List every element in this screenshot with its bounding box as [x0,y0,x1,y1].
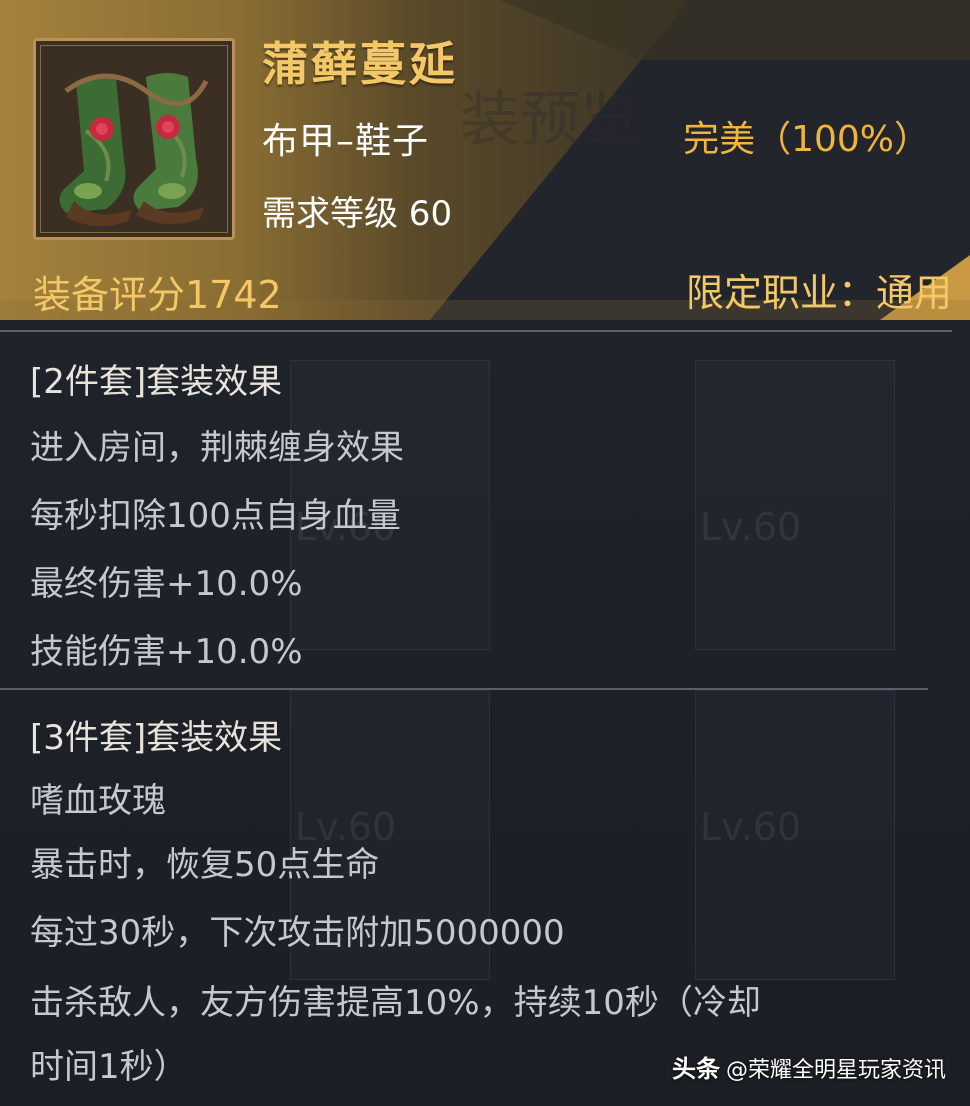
set-bonus-line: 每秒扣除100点自身血量 [30,496,401,536]
set-bonus-line: 暴击时，恢复50点生命 [30,845,380,885]
item-name: 蒲藓蔓延 [262,37,458,91]
watermark-brand: 头条 [671,1055,720,1083]
set-bonus-line: 最终伤害+10.0% [30,564,303,604]
set-bonus-line: 嗜血玫瑰 [30,781,166,821]
set-bonus-2: [2件套]套装效果 进入房间，荆棘缠身效果 每秒扣除100点自身血量 最终伤害+… [30,350,404,686]
thorn-boots-icon [36,41,232,237]
set-bonus-3: [3件套]套装效果 嗜血玫瑰 暴击时，恢复50点生命 每过30秒，下次攻击附加5… [30,706,761,1096]
set-bonus-line: 进入房间，荆棘缠身效果 [30,428,404,468]
section-divider [0,688,928,690]
item-required-level: 需求等级 60 [262,194,453,234]
set-bonus-line: 击杀敌人，友方伤害提高10%，持续10秒（冷却 [30,983,761,1023]
item-type: 布甲–鞋子 [262,121,430,162]
background-level: Lv.60 [700,505,802,549]
watermark-account: @荣耀全明星玩家资讯 [725,1058,946,1083]
set-bonus-title: [2件套]套装效果 [30,362,283,402]
set-bonus-title: [3件套]套装效果 [30,718,283,758]
item-class-restriction: 限定职业：通用 [685,271,952,315]
set-bonus-line: 技能伤害+10.0% [30,632,303,672]
set-bonus-line: 每过30秒，下次攻击附加5000000 [30,913,565,953]
set-bonus-line: 时间1秒） [30,1047,188,1087]
header-divider [0,330,952,332]
svg-text:装预览: 装预览 [460,85,640,155]
item-icon-frame [33,38,235,240]
item-quality: 完美（100%） [683,119,930,160]
watermark: 头条 @荣耀全明星玩家资讯 [672,1049,946,1084]
item-tooltip: Lv.60 Lv.60 Lv.60 Lv.60 Lv.60 [0,0,970,1106]
item-score: 装备评分1742 [33,273,282,317]
